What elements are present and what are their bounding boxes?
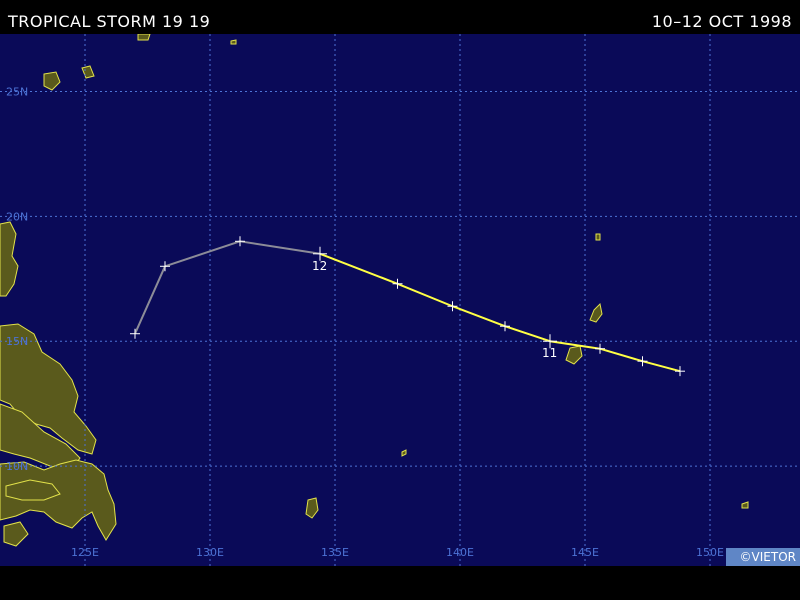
- track-map: 25N 20N 15N 10N 125E 130E 135E 140E 145E 150E 11 1…: [0, 34, 800, 566]
- lat-label-2: 15N: [6, 335, 28, 348]
- map-footer: [0, 566, 800, 600]
- date-range: 10–12 OCT 1998: [651, 12, 792, 31]
- lat-label-0: 25N: [6, 85, 28, 98]
- day-label-11: 11: [542, 346, 557, 360]
- map-canvas: 25N 20N 15N 10N 125E 130E 135E 140E 145E 150E 11 1…: [0, 34, 800, 566]
- ocean-background: [0, 34, 800, 566]
- land-islet-top2: [230, 39, 237, 45]
- lon-label-3: 140E: [446, 546, 474, 559]
- land-islet-top1: [137, 34, 151, 41]
- land-islet-mar-n: [595, 233, 601, 241]
- lon-label-5: 150E: [696, 546, 724, 559]
- lat-label-3: 10N: [6, 460, 28, 473]
- credit-badge: ©VIETOR: [725, 548, 800, 566]
- lon-label-1: 130E: [196, 546, 224, 559]
- day-label-12: 12: [312, 259, 327, 273]
- lon-label-2: 135E: [321, 546, 349, 559]
- lon-label-4: 145E: [571, 546, 599, 559]
- storm-title: TROPICAL STORM 19 19: [8, 12, 211, 31]
- lat-label-1: 20N: [6, 210, 28, 223]
- lon-label-0: 125E: [71, 546, 99, 559]
- map-header: TROPICAL STORM 19 19 10–12 OCT 1998: [0, 0, 800, 34]
